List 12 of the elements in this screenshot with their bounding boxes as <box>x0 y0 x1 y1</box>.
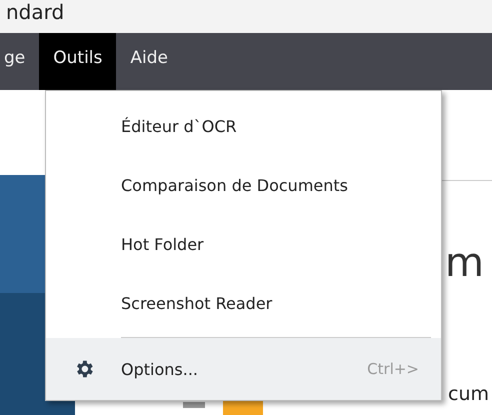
menu-item[interactable]: ge <box>0 33 40 90</box>
window-title: ndard <box>6 2 64 22</box>
heading-text: m <box>445 240 484 286</box>
menu-option[interactable]: Screenshot Reader <box>46 274 441 333</box>
menu-option[interactable]: Options... Ctrl+> <box>46 338 441 400</box>
body-text: cum <box>448 383 489 405</box>
menu-option[interactable]: Comparaison de Documents <box>46 156 441 215</box>
menu-item[interactable]: Outils <box>39 33 116 90</box>
menu-option[interactable]: Hot Folder <box>46 215 441 274</box>
menu-item[interactable]: Aide <box>116 33 182 90</box>
thumbnail-block <box>183 402 205 408</box>
menu-option[interactable]: Éditeur d`OCR <box>46 97 441 156</box>
